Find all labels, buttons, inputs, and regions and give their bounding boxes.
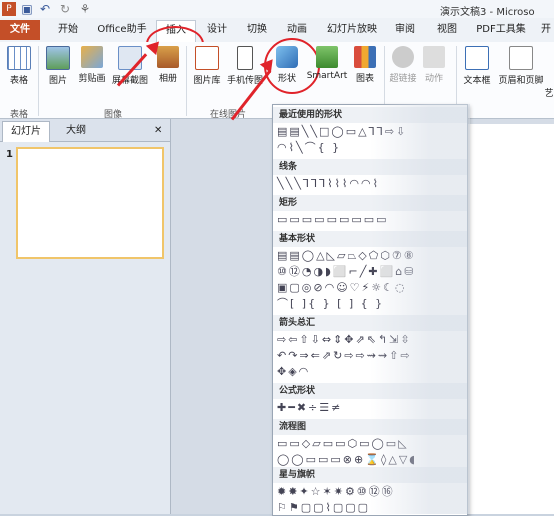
- app-icon: P: [2, 2, 16, 16]
- shape-row[interactable]: ▭▭▭▭▭▭▭▭▭: [277, 213, 389, 227]
- shape-row[interactable]: ▤▤◯△◺▱⏢◇⬠⬡⑦⑧: [277, 249, 416, 263]
- header-footer-icon: [509, 46, 533, 70]
- clipart-button[interactable]: 剪贴画: [76, 46, 108, 84]
- tab-transitions[interactable]: 切换: [242, 20, 272, 40]
- title-bar: P ▣ ↶ ↻ ⚘ 演示文稿3 - Microso: [0, 0, 554, 19]
- tab-file[interactable]: 文件: [0, 20, 40, 40]
- slide-number: 1: [6, 149, 13, 160]
- tab-slides[interactable]: 幻灯片: [2, 121, 50, 142]
- table-icon: [7, 46, 31, 70]
- tab-animations[interactable]: 动画: [282, 20, 312, 40]
- shape-row[interactable]: ╲╲╲⅂⅂⅂⌇⌇⌇◠◠⌇: [277, 177, 380, 191]
- section-recent-shapes: 最近使用的形状: [273, 107, 467, 123]
- shape-row[interactable]: ⇨⇦⇧⇩⇔⇕✥⇗⇖↰⇲⇳: [277, 333, 412, 347]
- tab-design[interactable]: 设计: [202, 20, 232, 40]
- section-basic-shapes: 基本形状: [273, 231, 467, 247]
- table-button[interactable]: 表格: [4, 46, 34, 86]
- shape-row[interactable]: ✚━✖÷☰≠: [277, 401, 342, 415]
- slide-thumbnail[interactable]: [16, 147, 164, 259]
- shape-row[interactable]: ⚐⚑▢▢⌇▢▢▢: [277, 501, 370, 515]
- header-footer-button[interactable]: 页眉和页脚: [496, 46, 546, 86]
- section-equation-shapes: 公式形状: [273, 383, 467, 399]
- shape-row[interactable]: ✥◈◠: [277, 365, 310, 379]
- slides-panel: 幻灯片 大纲 ✕ 1: [0, 119, 171, 514]
- tab-more[interactable]: 开: [538, 20, 554, 40]
- tab-slideshow[interactable]: 幻灯片放映: [324, 20, 380, 40]
- shape-row[interactable]: ▣▢◎⊘◠☺♡⚡☼☾◌: [277, 281, 407, 295]
- screenshot-icon: [118, 46, 142, 70]
- customize-qat-icon[interactable]: ⚘: [78, 2, 92, 16]
- tab-review[interactable]: 审阅: [390, 20, 420, 40]
- save-icon[interactable]: ▣: [20, 2, 34, 16]
- redo-icon[interactable]: ↻: [58, 2, 72, 16]
- tab-view[interactable]: 视图: [432, 20, 462, 40]
- ribbon-separator: [38, 46, 39, 116]
- ribbon-tabs: 文件 开始 Office助手 插入 设计 切换 动画 幻灯片放映 审阅 视图 P…: [0, 18, 554, 62]
- hyperlink-icon: [392, 46, 414, 68]
- hyperlink-button[interactable]: 超链接: [388, 46, 418, 84]
- panel-tabs: 幻灯片 大纲 ✕: [0, 119, 170, 142]
- ribbon-separator: [186, 46, 187, 116]
- shape-row[interactable]: ⌒[ ]{ } [ ] { }: [277, 297, 384, 311]
- shape-row[interactable]: ◯◯▭▭▭⊗⊕⌛◊△▽◖: [277, 453, 417, 467]
- tab-outline[interactable]: 大纲: [58, 121, 94, 141]
- tab-office-assistant[interactable]: Office助手: [92, 20, 152, 40]
- shape-row[interactable]: ◠⌇╲⌒{ }: [277, 141, 341, 155]
- section-flowchart: 流程图: [273, 419, 467, 435]
- section-stars-banners: 星与旗帜: [273, 467, 467, 483]
- phone-icon: [237, 46, 253, 70]
- picture-button[interactable]: 图片: [44, 46, 72, 86]
- shapes-dropdown: 最近使用的形状 ▤▤╲╲□◯▭△⅂⅂⇨⇩ ◠⌇╲⌒{ } 线条 ╲╲╲⅂⅂⅂⌇⌇…: [272, 104, 468, 516]
- tab-home[interactable]: 开始: [50, 20, 86, 40]
- shape-row[interactable]: ✹✸✦☆✶✷⚙⑩⑫⑯: [277, 485, 395, 499]
- action-button[interactable]: 动作: [420, 46, 448, 84]
- chart-icon: [354, 46, 376, 68]
- section-lines: 线条: [273, 159, 467, 175]
- shape-row[interactable]: ↶↷⇒⇐⇗↻⇨⇨⇝⇝⇧⇨: [277, 349, 412, 363]
- section-rectangles: 矩形: [273, 195, 467, 211]
- shape-row[interactable]: ▤▤╲╲□◯▭△⅂⅂⇨⇩: [277, 125, 407, 139]
- phone-transfer-button[interactable]: 手机传图: [226, 46, 264, 86]
- textbox-icon: [465, 46, 489, 70]
- tab-pdf[interactable]: PDF工具集: [472, 20, 530, 40]
- chart-button[interactable]: 图表: [350, 46, 380, 84]
- gallery-icon: [195, 46, 219, 70]
- gallery-button[interactable]: 图片库: [190, 46, 224, 86]
- clipart-icon: [81, 46, 103, 68]
- shape-row[interactable]: ⑩⑫◔◑◗⬜⌐╱✚⬜⌂⛁: [277, 265, 416, 279]
- window-title: 演示文稿3 - Microso: [440, 7, 535, 18]
- wordart-button[interactable]: 艺: [544, 86, 554, 99]
- shape-row[interactable]: ▭▭◇▱▭▭⬡▭◯▭◺: [277, 437, 409, 451]
- close-panel-icon[interactable]: ✕: [146, 121, 170, 141]
- textbox-button[interactable]: 文本框: [462, 46, 492, 86]
- picture-icon: [46, 46, 70, 70]
- undo-icon[interactable]: ↶: [38, 2, 52, 16]
- smartart-button[interactable]: SmartArt: [306, 46, 348, 81]
- section-arrows: 箭头总汇: [273, 315, 467, 331]
- smartart-icon: [316, 46, 338, 68]
- action-icon: [423, 46, 445, 68]
- screenshot-button[interactable]: 屏幕截图: [110, 46, 150, 86]
